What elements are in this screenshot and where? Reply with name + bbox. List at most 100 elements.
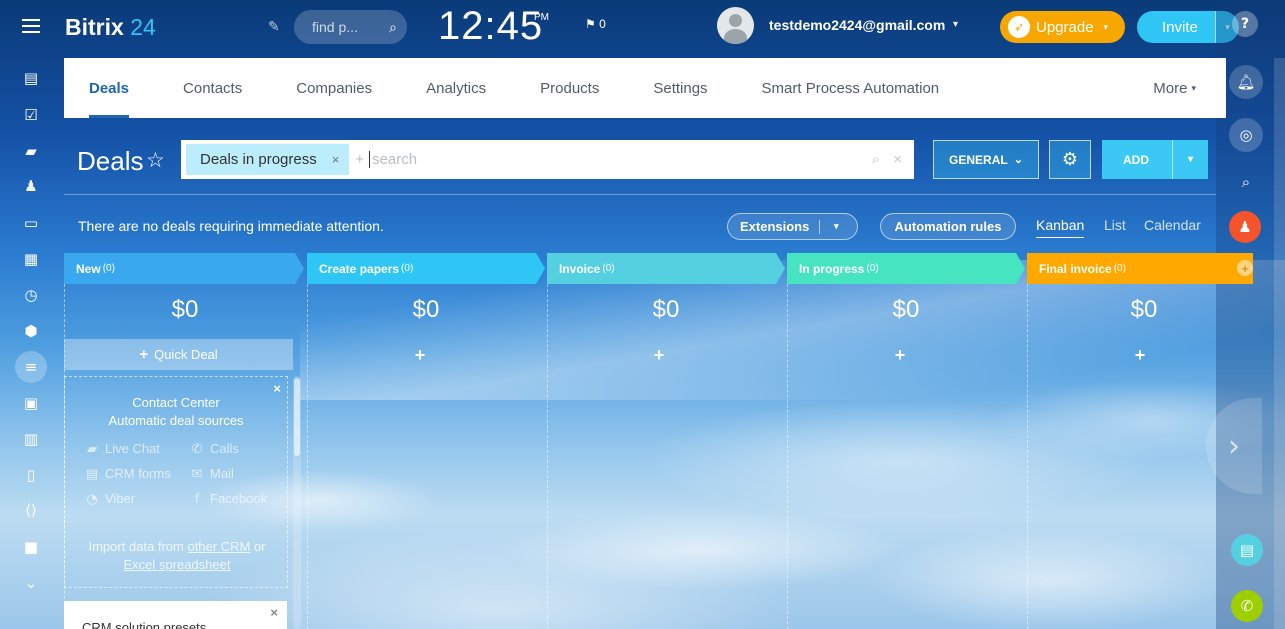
tab-more[interactable]: More ▾ [1153,58,1196,118]
android-icon[interactable]: ⬢ [17,317,45,345]
search-icon[interactable]: ⌕ [389,19,397,36]
add-stage-icon[interactable]: + [1237,260,1253,276]
contact-card-icon[interactable]: ▥ [17,425,45,453]
stage-header-create-papers[interactable]: Create papers (0) [307,253,545,284]
view-kanban[interactable]: Kanban [1036,217,1085,238]
tab-analytics[interactable]: Analytics [426,58,486,118]
tab-deals[interactable]: Deals [89,58,130,118]
extensions-label: Extensions [740,219,810,234]
tab-products[interactable]: Products [540,58,599,118]
gear-icon[interactable]: ⚙ [1049,140,1091,179]
global-search[interactable]: ⌕ [294,10,407,44]
more-chevron-icon[interactable]: ⌄ [17,569,45,597]
sites-icon[interactable]: ▣ [17,389,45,417]
quick-deal-button[interactable]: + Quick Deal [64,339,293,370]
right-search-icon[interactable]: ⌕ [1229,165,1263,199]
stage-total: $0 [652,296,680,323]
extensions-button[interactable]: Extensions ▾ [727,213,858,240]
user-avatar[interactable] [717,7,754,44]
employees-icon[interactable]: ♟ [17,172,45,200]
flag-counter[interactable]: ⚑ 0 [585,17,606,31]
stage-count: (0) [102,263,115,274]
phone-icon[interactable]: ✆ [1231,590,1263,622]
filter-chip[interactable]: Deals in progress × [186,144,350,175]
filter-plus[interactable]: + [355,151,364,168]
stage-count: (0) [866,263,879,274]
global-search-input[interactable] [312,19,372,35]
developer-code-icon[interactable]: ⟨⟩ [17,496,45,524]
user-menu-caret-icon[interactable]: ▾ [953,19,958,30]
extensions-caret-icon: ▾ [834,221,839,231]
flag-icon: ⚑ [585,17,596,31]
add-card-plus-icon[interactable]: + [890,345,910,366]
add-deal-button[interactable]: ADD ▾ [1102,140,1208,179]
crm-filter-icon[interactable]: ≡ [15,351,47,383]
stage-name: Invoice [559,261,601,276]
tab-settings[interactable]: Settings [653,58,707,118]
favorite-star-icon[interactable]: ☆ [146,148,165,173]
video-icon[interactable]: ■ [17,533,45,561]
add-card-plus-icon[interactable]: + [649,345,669,366]
crm-tab-bar: Deals Contacts Companies Analytics Produ… [64,58,1226,118]
clock-time[interactable]: 12:45 [438,4,543,49]
messenger-icon[interactable]: ◎ [1229,118,1263,152]
general-pipeline-button[interactable]: GENERAL ⌄ [933,140,1039,179]
column-divider [307,284,308,629]
source-viber[interactable]: ◔ Viber [83,491,135,507]
presets-close-icon[interactable]: × [270,605,278,620]
contact-center-subtitle: Automatic deal sources [108,413,244,428]
upgrade-button[interactable]: ➶ Upgrade ▾ [1000,11,1125,43]
page-title: Deals [77,146,144,176]
notifications-bell-icon[interactable]: 🔔︎ [1229,65,1263,99]
import-excel-link[interactable]: Excel spreadsheet [124,557,231,572]
column-scroll-thumb[interactable] [294,378,300,456]
filter-chip-close-icon[interactable]: × [332,152,340,167]
filter-search-icon[interactable]: ⌕ [872,151,880,168]
chat-icon[interactable]: ▰ [17,137,45,165]
filter-search-input[interactable] [369,151,850,168]
tab-companies[interactable]: Companies [296,58,372,118]
source-live-chat[interactable]: ▰ Live Chat [83,441,160,457]
stage-header-invoice[interactable]: Invoice (0) [547,253,785,284]
document-share-icon[interactable]: ▤ [1231,534,1263,566]
filter-search-box[interactable]: Deals in progress × + ⌕ × [181,140,914,179]
stage-name: Create papers [319,261,400,276]
filter-clear-icon[interactable]: × [893,151,902,168]
knowledge-book-icon[interactable]: ▯ [17,461,45,489]
source-mail[interactable]: ✉ Mail [188,466,234,482]
stage-header-new[interactable]: New (0) [64,253,304,284]
clock-icon[interactable]: ◷ [17,281,45,309]
stage-header-final-invoice[interactable]: Final invoice (0) [1027,253,1253,284]
stage-header-in-progress[interactable]: In progress (0) [787,253,1025,284]
user-email[interactable]: testdemo2424@gmail.com [769,17,945,33]
crm-presets-card[interactable]: CRM solution presets × [64,601,287,629]
page-scrollbar[interactable] [1274,58,1285,629]
add-label: ADD [1123,152,1149,167]
tab-contacts[interactable]: Contacts [183,58,242,118]
view-calendar[interactable]: Calendar [1144,217,1201,233]
import-data-text: Import data from other CRM or Excel spre… [65,538,289,574]
feed-icon[interactable]: ▤ [17,64,45,92]
contact-avatar-icon[interactable]: ♟ [1229,211,1261,243]
phone-icon: ✆ [191,442,203,457]
tab-smart-process-automation[interactable]: Smart Process Automation [762,58,940,118]
automation-rules-button[interactable]: Automation rules [880,213,1016,240]
help-icon[interactable]: ? [1232,11,1258,37]
add-caret-icon[interactable]: ▾ [1172,140,1208,179]
pencil-icon[interactable]: ✎ [268,18,280,35]
drive-icon[interactable]: ▭ [17,209,45,237]
menu-burger-icon[interactable] [22,19,40,33]
source-calls[interactable]: ✆ Calls [188,441,239,457]
tasks-icon[interactable]: ☑ [17,101,45,129]
add-card-plus-icon[interactable]: + [1130,345,1150,366]
app-logo[interactable]: Bitrix 24 [65,14,156,41]
source-crm-forms[interactable]: ▤ CRM forms [83,466,171,482]
import-other-crm-link[interactable]: other CRM [187,539,250,554]
source-facebook[interactable]: f Facebook [188,491,267,507]
add-card-plus-icon[interactable]: + [410,345,430,366]
contact-center-title[interactable]: Contact Center [65,394,287,412]
view-list[interactable]: List [1104,217,1126,233]
contact-center-close-icon[interactable]: × [273,381,281,396]
calendar-icon[interactable]: ▦ [17,245,45,273]
next-arrow-icon[interactable]: › [1206,398,1262,494]
